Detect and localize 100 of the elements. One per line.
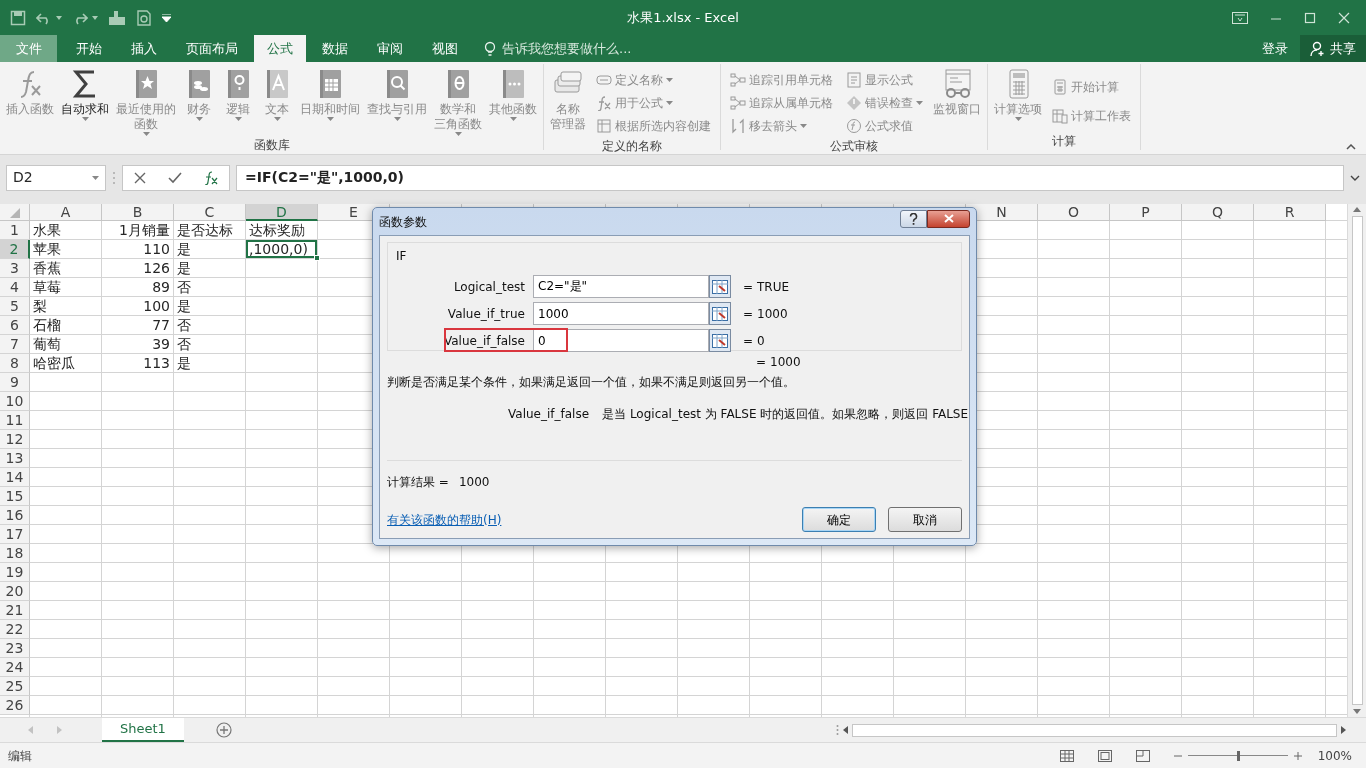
row-header[interactable]: 10: [0, 392, 30, 411]
row-header[interactable]: 6: [0, 316, 30, 335]
name-box[interactable]: D2: [6, 164, 106, 191]
help-link[interactable]: 有关该函数的帮助(H): [387, 510, 502, 529]
row-header[interactable]: 7: [0, 335, 30, 354]
cell-value[interactable]: 126: [102, 259, 173, 277]
cell-value[interactable]: 77: [102, 316, 173, 334]
help-button[interactable]: [900, 209, 927, 228]
scroll-up-icon[interactable]: [1353, 207, 1361, 212]
ribbon-display-icon[interactable]: [1232, 11, 1248, 24]
row-header[interactable]: 12: [0, 430, 30, 449]
customize-icon[interactable]: [162, 13, 171, 22]
cell-value[interactable]: 否: [174, 335, 245, 353]
row-header[interactable]: 26: [0, 696, 30, 715]
zoom-in-icon[interactable]: [1293, 751, 1302, 760]
cell-value[interactable]: 石榴: [30, 316, 101, 334]
row-header[interactable]: 23: [0, 639, 30, 658]
column-header[interactable]: C: [174, 204, 246, 221]
cell-value[interactable]: 梨: [30, 297, 101, 315]
ribbon-tab[interactable]: 数据: [309, 35, 361, 62]
slider-thumb[interactable]: [1236, 750, 1240, 761]
row-header[interactable]: 19: [0, 563, 30, 582]
ribbon-tab[interactable]: 插入: [118, 35, 170, 62]
ok-button[interactable]: 确定: [802, 507, 876, 532]
input-field[interactable]: 0: [533, 329, 709, 352]
ribbon-button[interactable]: 自动求和: [59, 68, 111, 121]
row-header[interactable]: 22: [0, 620, 30, 639]
tell-me-field[interactable]: 告诉我您想要做什么...: [500, 37, 670, 60]
row-header[interactable]: 16: [0, 506, 30, 525]
cell-value[interactable]: 是: [174, 297, 245, 315]
ribbon-tab[interactable]: 审阅: [364, 35, 416, 62]
save-icon[interactable]: [10, 9, 26, 26]
range-select-button[interactable]: [709, 329, 731, 352]
row-header[interactable]: 20: [0, 582, 30, 601]
cell-value[interactable]: 1月销量: [102, 221, 173, 239]
column-header[interactable]: R: [1254, 204, 1326, 221]
cell-value[interactable]: 89: [102, 278, 173, 296]
row-header[interactable]: 9: [0, 373, 30, 392]
row-header[interactable]: 8: [0, 354, 30, 373]
cell-value[interactable]: 达标奖励: [246, 221, 317, 239]
row-header[interactable]: 1: [0, 221, 30, 240]
cell-value[interactable]: 113: [102, 354, 173, 372]
cell-value[interactable]: 是否达标: [174, 221, 245, 239]
scroll-thumb[interactable]: [852, 723, 1337, 737]
collapse-ribbon-icon[interactable]: [1346, 144, 1356, 150]
row-header[interactable]: 15: [0, 487, 30, 506]
column-header[interactable]: B: [102, 204, 174, 221]
zoom-level[interactable]: 100%: [1317, 746, 1352, 765]
cell-value[interactable]: 是: [174, 240, 245, 258]
row-header[interactable]: 24: [0, 658, 30, 677]
cell-value[interactable]: 是: [174, 354, 245, 372]
input-field[interactable]: C2="是": [533, 275, 709, 298]
row-header[interactable]: 25: [0, 677, 30, 696]
cell-value[interactable]: 水果: [30, 221, 101, 239]
cell-value[interactable]: 39: [102, 335, 173, 353]
share-button[interactable]: 共享: [1300, 35, 1366, 62]
scroll-down-icon[interactable]: [1353, 709, 1361, 714]
column-header[interactable]: D: [246, 204, 318, 221]
page-break-icon[interactable]: [1135, 749, 1150, 762]
ribbon-tab[interactable]: 公式: [254, 35, 306, 62]
ribbon-tab[interactable]: 视图: [419, 35, 471, 62]
cell-value[interactable]: 香蕉: [30, 259, 101, 277]
cell-value[interactable]: 草莓: [30, 278, 101, 296]
insert-function-icon[interactable]: [204, 170, 218, 185]
cell-value[interactable]: 是: [174, 259, 245, 277]
sign-in-link[interactable]: 登录: [1250, 35, 1300, 62]
column-header[interactable]: A: [30, 204, 102, 221]
ribbon-tab[interactable]: 页面布局: [173, 35, 251, 62]
row-header[interactable]: 11: [0, 411, 30, 430]
scroll-thumb[interactable]: [1351, 216, 1363, 705]
formula-field[interactable]: =IF(C2="是",1000,0): [236, 164, 1344, 191]
row-header[interactable]: 4: [0, 278, 30, 297]
cell-value[interactable]: 苹果: [30, 240, 101, 258]
row-header[interactable]: 5: [0, 297, 30, 316]
cell-value[interactable]: 否: [174, 316, 245, 334]
range-select-button[interactable]: [709, 275, 731, 298]
add-sheet-icon[interactable]: [215, 722, 232, 738]
range-select-button[interactable]: [709, 302, 731, 325]
normal-view-icon[interactable]: [1059, 749, 1074, 762]
sheet-tab[interactable]: Sheet1: [102, 718, 184, 742]
scroll-left-icon[interactable]: [843, 726, 848, 734]
cell-value[interactable]: 否: [174, 278, 245, 296]
row-header[interactable]: 21: [0, 601, 30, 620]
enter-icon[interactable]: [168, 171, 182, 184]
scroll-right-icon[interactable]: [1341, 726, 1346, 734]
cancel-icon[interactable]: [134, 171, 146, 184]
cancel-button[interactable]: 取消: [888, 507, 962, 532]
cell-value[interactable]: 哈密瓜: [30, 354, 101, 372]
close-button[interactable]: [927, 209, 970, 228]
row-header[interactable]: 3: [0, 259, 30, 278]
column-header[interactable]: P: [1110, 204, 1182, 221]
maximize-icon[interactable]: [1304, 11, 1316, 24]
cell-value[interactable]: ,1000,0): [246, 240, 317, 258]
row-header[interactable]: 2: [0, 240, 30, 259]
column-header[interactable]: Q: [1182, 204, 1254, 221]
expand-icon[interactable]: [1350, 174, 1360, 181]
page-layout-icon[interactable]: [1097, 749, 1112, 762]
row-header[interactable]: 14: [0, 468, 30, 487]
cell-value[interactable]: 110: [102, 240, 173, 258]
cell-value[interactable]: 100: [102, 297, 173, 315]
